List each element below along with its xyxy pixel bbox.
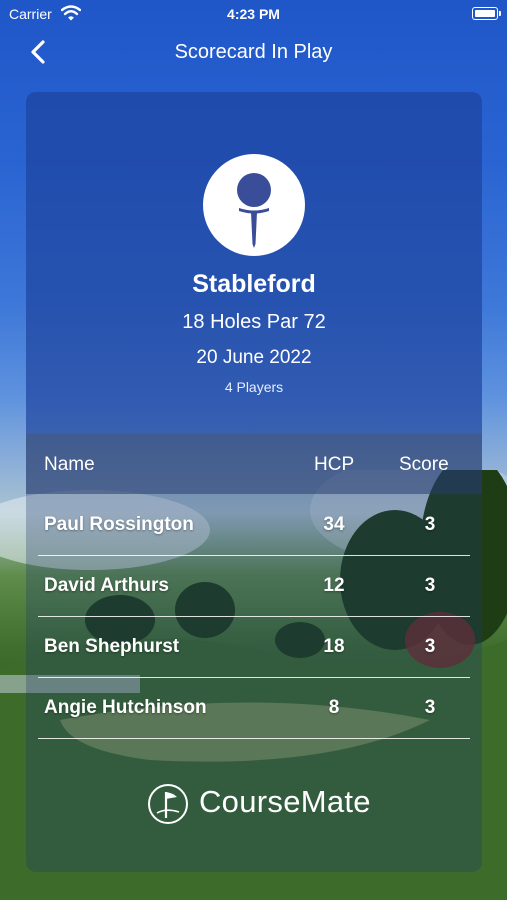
game-date: 20 June 2022 xyxy=(196,347,312,368)
battery-icon xyxy=(472,7,501,20)
status-time: 4:23 PM xyxy=(227,6,280,22)
player-name: Paul Rossington xyxy=(44,514,194,535)
golf-tee-icon xyxy=(203,154,305,256)
table-row[interactable]: Ben Shephurst 18 3 xyxy=(38,616,470,678)
player-score: 3 xyxy=(424,697,436,718)
game-type: Stableford xyxy=(192,270,316,298)
brand-name: CourseMate xyxy=(199,784,371,819)
table-row[interactable]: Paul Rossington 34 3 xyxy=(38,494,470,556)
player-name: Ben Shephurst xyxy=(44,636,180,657)
status-bar: Carrier 4:23 PM xyxy=(0,0,507,28)
game-summary: Stableford 18 Holes Par 72 20 June 2022 … xyxy=(26,92,482,434)
page-title: Scorecard In Play xyxy=(174,41,333,63)
player-name: David Arthurs xyxy=(44,575,169,596)
golf-flag-logo-icon xyxy=(148,784,188,824)
table-row[interactable]: Angie Hutchinson 8 3 xyxy=(38,677,470,739)
player-hcp: 12 xyxy=(323,575,345,596)
column-header-score: Score xyxy=(399,454,449,475)
table-row[interactable]: David Arthurs 12 3 xyxy=(38,555,470,617)
scorecard-panel: Stableford 18 Holes Par 72 20 June 2022 … xyxy=(26,92,482,872)
player-hcp: 8 xyxy=(328,697,340,718)
player-hcp: 34 xyxy=(323,514,345,535)
navigation-bar: Scorecard In Play xyxy=(0,32,507,72)
player-score: 3 xyxy=(424,514,436,535)
column-header-hcp: HCP xyxy=(314,454,355,475)
table-header: Name HCP Score xyxy=(26,434,482,494)
player-score: 3 xyxy=(424,636,436,657)
player-name: Angie Hutchinson xyxy=(44,697,207,718)
coursemate-logo: CourseMate xyxy=(26,780,482,830)
course-info: 18 Holes Par 72 xyxy=(182,311,326,333)
player-hcp: 18 xyxy=(323,636,345,657)
player-score: 3 xyxy=(424,575,436,596)
column-header-name: Name xyxy=(44,454,95,475)
player-count: 4 Players xyxy=(224,379,284,395)
